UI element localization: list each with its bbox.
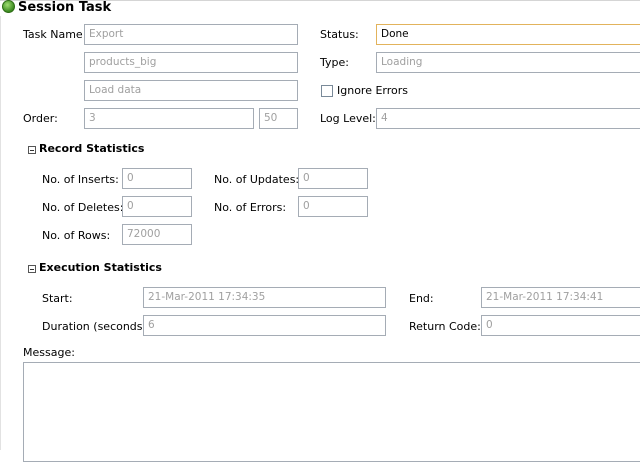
check-circle-icon — [2, 0, 15, 13]
end-label: End: — [409, 292, 434, 305]
rows-label: No. of Rows: — [42, 229, 111, 242]
object-name-field[interactable]: products_big — [84, 52, 298, 73]
execution-statistics-collapse-icon[interactable] — [28, 265, 36, 273]
task-name-label: Task Name: — [23, 28, 87, 41]
inserts-label: No. of Inserts: — [42, 173, 119, 186]
errors-field[interactable]: 0 — [298, 196, 368, 217]
message-label: Message: — [23, 346, 75, 359]
end-field[interactable]: 21-Mar-2011 17:34:41 — [481, 287, 640, 308]
log-level-label: Log Level: — [320, 112, 376, 125]
updates-label: No. of Updates: — [214, 173, 300, 186]
deletes-field[interactable]: 0 — [122, 196, 192, 217]
return-code-label: Return Code: — [409, 320, 481, 333]
order-extra-field[interactable]: 50 — [259, 108, 298, 129]
status-field[interactable]: Done — [376, 24, 640, 45]
record-statistics-collapse-icon[interactable] — [28, 146, 36, 154]
ignore-errors-label: Ignore Errors — [337, 84, 409, 97]
start-field[interactable]: 21-Mar-2011 17:34:35 — [143, 287, 386, 308]
updates-field[interactable]: 0 — [298, 168, 368, 189]
message-textarea[interactable] — [23, 362, 640, 462]
type-label: Type: — [320, 56, 349, 69]
duration-label: Duration (seconds): — [42, 320, 151, 333]
order-label: Order: — [23, 112, 58, 125]
deletes-label: No. of Deletes: — [42, 201, 124, 214]
task-name-field[interactable]: Export — [84, 24, 298, 45]
ignore-errors-checkbox[interactable] — [321, 85, 333, 97]
type-field[interactable]: Loading — [376, 52, 640, 73]
log-level-field[interactable]: 4 — [376, 108, 640, 129]
start-label: Start: — [42, 292, 73, 305]
panel-title: Session Task — [18, 0, 112, 15]
order-field[interactable]: 3 — [84, 108, 254, 129]
left-border — [0, 16, 1, 450]
duration-field[interactable]: 6 — [143, 315, 386, 336]
description-field[interactable]: Load data — [84, 80, 298, 101]
status-label: Status: — [320, 28, 359, 41]
rows-field[interactable]: 72000 — [122, 224, 192, 245]
inserts-field[interactable]: 0 — [122, 168, 192, 189]
record-statistics-heading: Record Statistics — [39, 142, 145, 155]
errors-label: No. of Errors: — [214, 201, 287, 214]
return-code-field[interactable]: 0 — [481, 315, 640, 336]
execution-statistics-heading: Execution Statistics — [39, 261, 162, 274]
